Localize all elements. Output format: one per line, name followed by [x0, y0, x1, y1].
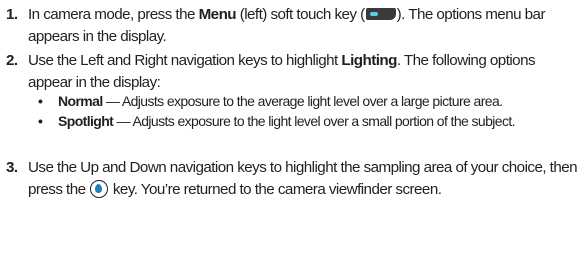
option-description: — Adjusts exposure to the average light … — [102, 93, 503, 109]
step-number: 3. — [6, 159, 18, 176]
step-text-part: (left) soft touch key ( — [236, 6, 366, 23]
left-soft-key-icon — [365, 8, 396, 20]
step-text-part: In camera mode, press the — [28, 6, 199, 23]
step-3: 3. Use the Up and Down navigation keys t… — [0, 157, 586, 257]
step-text: In camera mode, press the Menu (left) so… — [28, 4, 580, 48]
step-text: Use the Up and Down navigation keys to h… — [28, 157, 580, 201]
instruction-page: 1. In camera mode, press the Menu (left)… — [0, 0, 586, 259]
lighting-option-label: Lighting — [341, 52, 397, 69]
option-term: Normal — [58, 93, 103, 109]
step-1: 1. In camera mode, press the Menu (left)… — [0, 4, 586, 48]
step-text-part: key. You’re returned to the camera viewf… — [109, 181, 442, 198]
menu-key-label: Menu — [198, 6, 237, 23]
bullet-icon: • — [38, 113, 43, 129]
ok-key-icon — [90, 180, 109, 198]
option-description: — Adjusts exposure to the light level ov… — [113, 113, 516, 129]
bullet-icon: • — [38, 93, 43, 109]
option-term: Spotlight — [58, 113, 114, 129]
step-text-part: Use the Left and Right navigation keys t… — [28, 52, 342, 69]
step-text: Use the Left and Right navigation keys t… — [28, 50, 580, 94]
option-text: Spotlight — Adjusts exposure to the ligh… — [58, 112, 582, 130]
step-2: 2. Use the Left and Right navigation key… — [0, 50, 586, 94]
option-text: Normal — Adjusts exposure to the average… — [58, 92, 582, 110]
step-number: 2. — [6, 52, 18, 69]
step-number: 1. — [6, 6, 18, 23]
